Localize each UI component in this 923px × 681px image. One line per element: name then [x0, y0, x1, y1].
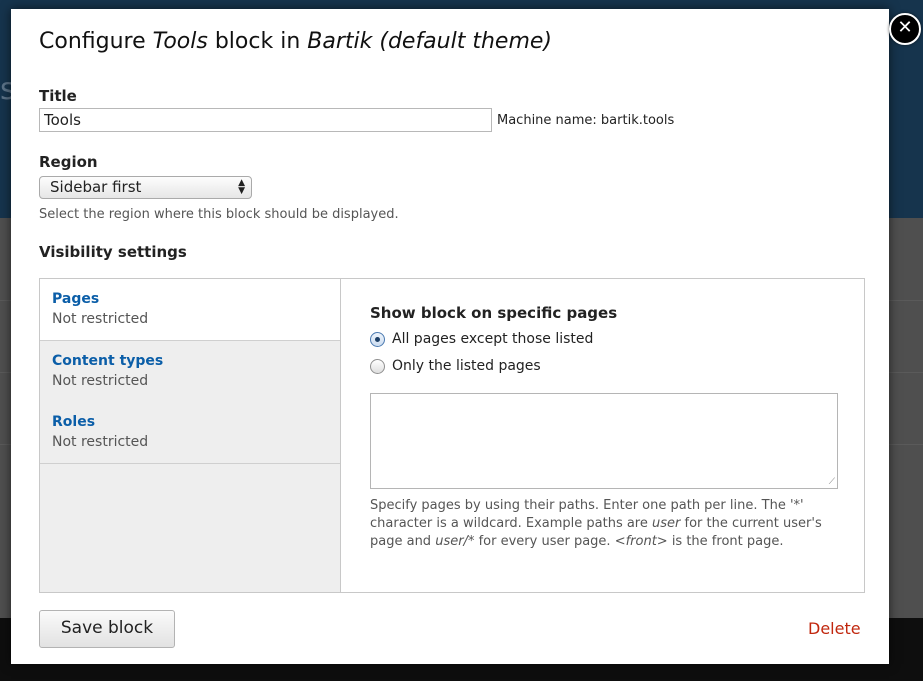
- radio-only-listed-pages-label[interactable]: Only the listed pages: [392, 358, 541, 374]
- tab-content-types-title: Content types: [52, 353, 164, 369]
- region-label: Region: [39, 153, 98, 171]
- tab-pages-title: Pages: [52, 291, 100, 307]
- region-select-value: Sidebar first: [50, 178, 142, 196]
- tab-content-types[interactable]: Content types Not restricted: [40, 341, 340, 403]
- pages-help-example: user/*: [435, 534, 475, 549]
- tab-roles-summary: Not restricted: [52, 434, 149, 450]
- configure-block-dialog: Configure Tools block in Bartik (default…: [11, 9, 889, 664]
- resize-grip-icon[interactable]: ⟋: [829, 477, 835, 487]
- radio-all-pages-except-label[interactable]: All pages except those listed: [392, 331, 593, 347]
- tab-roles-title: Roles: [52, 414, 96, 430]
- pages-help-example: user: [652, 516, 681, 531]
- title-label: Title: [39, 87, 77, 105]
- dialog-title-theme: Bartik (default theme): [307, 29, 552, 54]
- pages-textarea[interactable]: ⟋: [370, 393, 838, 489]
- pages-help-part: is the front page.: [667, 534, 784, 549]
- visibility-settings-label: Visibility settings: [39, 243, 187, 261]
- dialog-title: Configure Tools block in Bartik (default…: [39, 29, 552, 54]
- delete-link[interactable]: Delete: [808, 619, 861, 638]
- region-select[interactable]: Sidebar first ▲ ▼: [39, 176, 252, 199]
- radio-button-unchecked[interactable]: [370, 359, 385, 374]
- close-icon: ✕: [897, 17, 913, 38]
- select-arrows-icon: ▲ ▼: [238, 178, 245, 196]
- save-block-button[interactable]: Save block: [39, 610, 175, 648]
- tab-pages-summary: Not restricted: [52, 311, 149, 327]
- region-help: Select the region where this block shoul…: [39, 207, 399, 222]
- dialog-title-prefix: Configure: [39, 29, 153, 54]
- radio-button-checked[interactable]: [370, 332, 385, 347]
- pages-pane-heading: Show block on specific pages: [370, 304, 618, 322]
- pages-help-part: for every user page.: [474, 534, 615, 549]
- dialog-title-middle: block in: [207, 29, 308, 54]
- machine-name: Machine name: bartik.tools: [497, 113, 675, 128]
- close-button[interactable]: ✕: [889, 13, 921, 45]
- pages-help-text: Specify pages by using their paths. Ente…: [370, 497, 840, 551]
- visibility-vertical-tabs: Pages Not restricted Content types Not r…: [39, 278, 865, 593]
- tab-roles[interactable]: Roles Not restricted: [40, 402, 340, 464]
- dialog-title-block: Tools: [152, 29, 208, 54]
- tab-pages[interactable]: Pages Not restricted: [40, 279, 340, 341]
- title-input[interactable]: [39, 108, 492, 132]
- tab-content-types-summary: Not restricted: [52, 373, 149, 389]
- pages-help-example: <front>: [614, 534, 668, 549]
- vertical-tab-list: Pages Not restricted Content types Not r…: [40, 279, 341, 592]
